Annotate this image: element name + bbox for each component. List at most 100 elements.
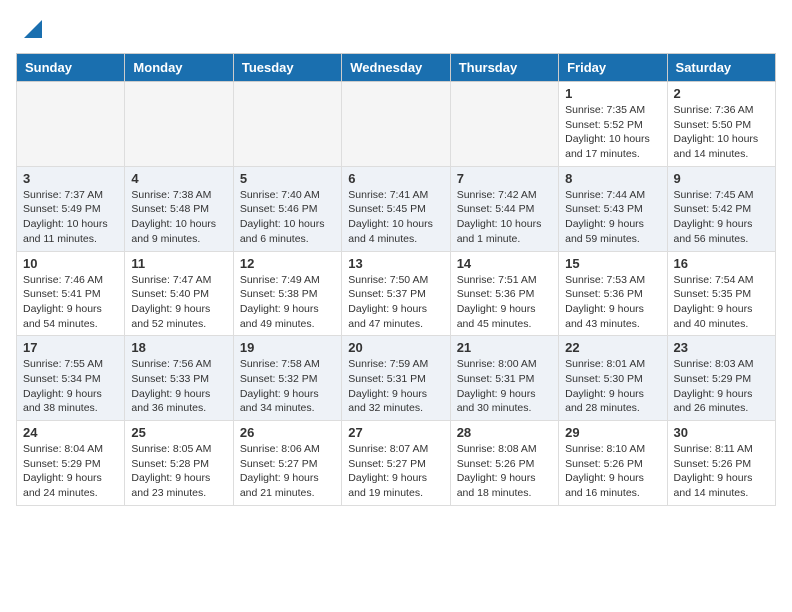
calendar-cell: 21 Sunrise: 8:00 AMSunset: 5:31 PMDayligh… bbox=[450, 336, 558, 421]
calendar-cell: 8 Sunrise: 7:44 AMSunset: 5:43 PMDaylight… bbox=[559, 166, 667, 251]
day-info: Sunrise: 7:59 AMSunset: 5:31 PMDaylight:… bbox=[348, 357, 443, 416]
weekday-header-monday: Monday bbox=[125, 54, 233, 82]
calendar-cell: 20 Sunrise: 7:59 AMSunset: 5:31 PMDayligh… bbox=[342, 336, 450, 421]
day-number: 18 bbox=[131, 340, 226, 355]
calendar-cell: 23Sunrise: 8:03 AMSunset: 5:29 PMDayligh… bbox=[667, 336, 775, 421]
weekday-header-sunday: Sunday bbox=[17, 54, 125, 82]
calendar-cell bbox=[17, 82, 125, 167]
calendar-week-4: 17 Sunrise: 7:55 AMSunset: 5:34 PMDayligh… bbox=[17, 336, 776, 421]
calendar-cell: 3Sunrise: 7:37 AMSunset: 5:49 PMDaylight… bbox=[17, 166, 125, 251]
weekday-header-thursday: Thursday bbox=[450, 54, 558, 82]
calendar-cell: 17 Sunrise: 7:55 AMSunset: 5:34 PMDayligh… bbox=[17, 336, 125, 421]
day-number: 17 bbox=[23, 340, 118, 355]
calendar-cell: 30Sunrise: 8:11 AMSunset: 5:26 PMDayligh… bbox=[667, 421, 775, 506]
calendar-cell: 11 Sunrise: 7:47 AMSunset: 5:40 PMDayligh… bbox=[125, 251, 233, 336]
day-number: 1 bbox=[565, 86, 660, 101]
day-number: 29 bbox=[565, 425, 660, 440]
day-info: Sunrise: 8:08 AMSunset: 5:26 PMDaylight:… bbox=[457, 442, 552, 501]
calendar-week-1: 1 Sunrise: 7:35 AMSunset: 5:52 PMDaylight… bbox=[17, 82, 776, 167]
calendar-cell bbox=[342, 82, 450, 167]
calendar-cell bbox=[233, 82, 341, 167]
calendar-cell: 28 Sunrise: 8:08 AMSunset: 5:26 PMDayligh… bbox=[450, 421, 558, 506]
calendar-cell: 12 Sunrise: 7:49 AMSunset: 5:38 PMDayligh… bbox=[233, 251, 341, 336]
day-info: Sunrise: 7:41 AMSunset: 5:45 PMDaylight:… bbox=[348, 188, 443, 247]
day-info: Sunrise: 8:04 AMSunset: 5:29 PMDaylight:… bbox=[23, 442, 118, 501]
day-info: Sunrise: 7:46 AMSunset: 5:41 PMDaylight:… bbox=[23, 273, 118, 332]
day-info: Sunrise: 8:07 AMSunset: 5:27 PMDaylight:… bbox=[348, 442, 443, 501]
day-number: 12 bbox=[240, 256, 335, 271]
day-info: Sunrise: 8:00 AMSunset: 5:31 PMDaylight:… bbox=[457, 357, 552, 416]
calendar-cell: 25 Sunrise: 8:05 AMSunset: 5:28 PMDayligh… bbox=[125, 421, 233, 506]
day-number: 6 bbox=[348, 171, 443, 186]
calendar-cell: 19Sunrise: 7:58 AMSunset: 5:32 PMDayligh… bbox=[233, 336, 341, 421]
day-number: 8 bbox=[565, 171, 660, 186]
day-number: 26 bbox=[240, 425, 335, 440]
day-info: Sunrise: 7:47 AMSunset: 5:40 PMDaylight:… bbox=[131, 273, 226, 332]
header bbox=[0, 0, 792, 53]
calendar-cell bbox=[450, 82, 558, 167]
day-number: 14 bbox=[457, 256, 552, 271]
day-number: 19 bbox=[240, 340, 335, 355]
calendar-week-3: 10 Sunrise: 7:46 AMSunset: 5:41 PMDayligh… bbox=[17, 251, 776, 336]
day-number: 16 bbox=[674, 256, 769, 271]
day-number: 2 bbox=[674, 86, 769, 101]
day-info: Sunrise: 8:10 AMSunset: 5:26 PMDaylight:… bbox=[565, 442, 660, 501]
day-info: Sunrise: 7:53 AMSunset: 5:36 PMDaylight:… bbox=[565, 273, 660, 332]
weekday-header-saturday: Saturday bbox=[667, 54, 775, 82]
day-info: Sunrise: 8:06 AMSunset: 5:27 PMDaylight:… bbox=[240, 442, 335, 501]
logo bbox=[20, 18, 42, 43]
day-number: 28 bbox=[457, 425, 552, 440]
day-info: Sunrise: 7:49 AMSunset: 5:38 PMDaylight:… bbox=[240, 273, 335, 332]
day-number: 11 bbox=[131, 256, 226, 271]
weekday-header-friday: Friday bbox=[559, 54, 667, 82]
day-number: 7 bbox=[457, 171, 552, 186]
calendar-cell: 16Sunrise: 7:54 AMSunset: 5:35 PMDayligh… bbox=[667, 251, 775, 336]
day-number: 5 bbox=[240, 171, 335, 186]
calendar-cell: 24 Sunrise: 8:04 AMSunset: 5:29 PMDayligh… bbox=[17, 421, 125, 506]
day-number: 4 bbox=[131, 171, 226, 186]
day-info: Sunrise: 7:51 AMSunset: 5:36 PMDaylight:… bbox=[457, 273, 552, 332]
day-info: Sunrise: 8:03 AMSunset: 5:29 PMDaylight:… bbox=[674, 357, 769, 416]
day-number: 27 bbox=[348, 425, 443, 440]
calendar-cell: 10 Sunrise: 7:46 AMSunset: 5:41 PMDayligh… bbox=[17, 251, 125, 336]
day-number: 15 bbox=[565, 256, 660, 271]
calendar-cell: 13 Sunrise: 7:50 AMSunset: 5:37 PMDayligh… bbox=[342, 251, 450, 336]
calendar-week-5: 24 Sunrise: 8:04 AMSunset: 5:29 PMDayligh… bbox=[17, 421, 776, 506]
day-number: 20 bbox=[348, 340, 443, 355]
calendar-cell: 29 Sunrise: 8:10 AMSunset: 5:26 PMDayligh… bbox=[559, 421, 667, 506]
day-number: 9 bbox=[674, 171, 769, 186]
day-number: 10 bbox=[23, 256, 118, 271]
calendar-week-2: 3Sunrise: 7:37 AMSunset: 5:49 PMDaylight… bbox=[17, 166, 776, 251]
calendar-cell: 2 Sunrise: 7:36 AMSunset: 5:50 PMDaylight… bbox=[667, 82, 775, 167]
weekday-header-row: SundayMondayTuesdayWednesdayThursdayFrid… bbox=[17, 54, 776, 82]
calendar-table: SundayMondayTuesdayWednesdayThursdayFrid… bbox=[16, 53, 776, 506]
day-info: Sunrise: 7:36 AMSunset: 5:50 PMDaylight:… bbox=[674, 103, 769, 162]
day-number: 25 bbox=[131, 425, 226, 440]
calendar-cell: 15 Sunrise: 7:53 AMSunset: 5:36 PMDayligh… bbox=[559, 251, 667, 336]
day-info: Sunrise: 7:50 AMSunset: 5:37 PMDaylight:… bbox=[348, 273, 443, 332]
day-info: Sunrise: 8:05 AMSunset: 5:28 PMDaylight:… bbox=[131, 442, 226, 501]
calendar-cell: 1 Sunrise: 7:35 AMSunset: 5:52 PMDaylight… bbox=[559, 82, 667, 167]
day-number: 22 bbox=[565, 340, 660, 355]
day-number: 21 bbox=[457, 340, 552, 355]
logo-icon bbox=[24, 20, 42, 38]
day-info: Sunrise: 7:44 AMSunset: 5:43 PMDaylight:… bbox=[565, 188, 660, 247]
day-number: 24 bbox=[23, 425, 118, 440]
day-info: Sunrise: 7:38 AMSunset: 5:48 PMDaylight:… bbox=[131, 188, 226, 247]
day-info: Sunrise: 7:35 AMSunset: 5:52 PMDaylight:… bbox=[565, 103, 660, 162]
weekday-header-tuesday: Tuesday bbox=[233, 54, 341, 82]
day-info: Sunrise: 7:42 AMSunset: 5:44 PMDaylight:… bbox=[457, 188, 552, 247]
day-number: 3 bbox=[23, 171, 118, 186]
calendar-cell: 9Sunrise: 7:45 AMSunset: 5:42 PMDaylight… bbox=[667, 166, 775, 251]
calendar-cell: 5Sunrise: 7:40 AMSunset: 5:46 PMDaylight… bbox=[233, 166, 341, 251]
calendar-cell: 27 Sunrise: 8:07 AMSunset: 5:27 PMDayligh… bbox=[342, 421, 450, 506]
calendar-cell bbox=[125, 82, 233, 167]
calendar-body: 1 Sunrise: 7:35 AMSunset: 5:52 PMDaylight… bbox=[17, 82, 776, 506]
day-info: Sunrise: 7:55 AMSunset: 5:34 PMDaylight:… bbox=[23, 357, 118, 416]
day-number: 13 bbox=[348, 256, 443, 271]
day-info: Sunrise: 8:01 AMSunset: 5:30 PMDaylight:… bbox=[565, 357, 660, 416]
calendar-wrapper: SundayMondayTuesdayWednesdayThursdayFrid… bbox=[0, 53, 792, 514]
day-number: 30 bbox=[674, 425, 769, 440]
calendar-cell: 7 Sunrise: 7:42 AMSunset: 5:44 PMDaylight… bbox=[450, 166, 558, 251]
day-info: Sunrise: 7:56 AMSunset: 5:33 PMDaylight:… bbox=[131, 357, 226, 416]
